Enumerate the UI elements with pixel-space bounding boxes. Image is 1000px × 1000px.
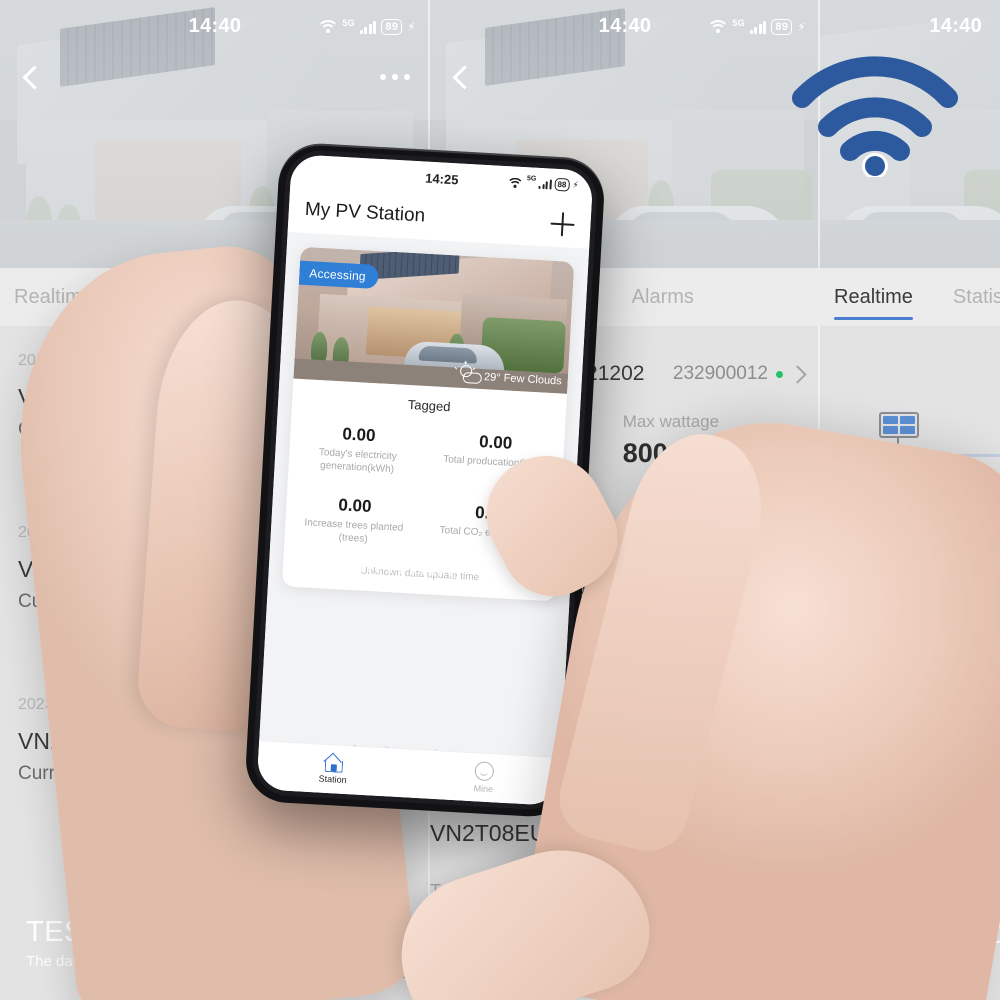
metric-label: Max wattage [622, 412, 720, 431]
battery-level: 89 [381, 19, 403, 35]
status-bar-left: 14:40 5G 89 ⚡ [0, 0, 430, 52]
metric-label: Increase trees planted (trees) [304, 517, 404, 545]
tab-label: Realtime [834, 285, 913, 308]
wifi-icon [706, 20, 729, 34]
wifi-icon [786, 52, 964, 179]
network-label: 5G [526, 175, 537, 183]
person-icon [474, 761, 495, 782]
signal-bars-icon [538, 178, 552, 190]
status-badge [776, 370, 783, 378]
status-bar-right: 14:40 [820, 0, 1000, 52]
status-time: 14:40 [929, 14, 982, 37]
status-time: 14:40 [598, 14, 652, 37]
tab-alarms[interactable]: Alarms [632, 286, 694, 309]
metric-value: 0.00 [478, 431, 513, 453]
wifi-icon [505, 177, 524, 196]
wifi-icon [316, 20, 339, 34]
nav-row-left [0, 64, 430, 96]
charging-bolt-icon: ⚡ [407, 20, 416, 34]
battery-level: 89 [771, 19, 793, 35]
signal-bars-icon [749, 20, 767, 34]
chevron-right-icon [788, 364, 807, 384]
equipment-serial-group[interactable]: 232900012 [672, 363, 807, 385]
status-badge: Accessing [298, 260, 379, 290]
station-thumbnail: Accessing 29° Few Clouds [293, 246, 575, 394]
equipment-serial: 232900012 [672, 363, 768, 384]
tab-station[interactable]: Station [256, 741, 409, 797]
charging-bolt-icon: ⚡ [572, 179, 579, 191]
nav-row-middle [430, 64, 820, 96]
tabs-bar-right: Realtime Statistic [820, 268, 1000, 326]
signal-bars-icon [359, 20, 377, 34]
page-title: My PV Station [304, 198, 426, 227]
metric-today-generation: 0.00 Today's electricity generation(kWh) [288, 411, 429, 490]
charging-bolt-icon: ⚡ [797, 20, 806, 34]
network-label: 5G [732, 17, 745, 28]
metric-value: 0.00 [341, 424, 376, 446]
tab-label: Station [318, 773, 347, 785]
tab-label: Mine [473, 783, 494, 795]
status-time: 14:25 [424, 170, 459, 187]
home-icon [324, 754, 343, 771]
battery-level: 88 [554, 177, 570, 192]
back-icon[interactable] [20, 64, 40, 94]
tab-realtime[interactable]: Realtime [834, 285, 913, 320]
network-label: 5G [342, 17, 355, 28]
metric-trees-planted: 0.00 Increase trees planted (trees) [284, 482, 425, 561]
status-time: 14:40 [188, 14, 242, 37]
tab-statistic[interactable]: Statistic [953, 286, 1000, 309]
metric-value: 0.00 [337, 495, 373, 517]
plus-icon[interactable] [550, 212, 575, 237]
metric-label: Today's electricity generation(kWh) [318, 447, 398, 475]
tab-mine[interactable]: Mine [407, 750, 560, 806]
screenshot-stage: 14:40 5G 89 ⚡ TEST STATION The data has … [0, 0, 1000, 1000]
tab-label: Alarms [631, 285, 694, 308]
back-icon[interactable] [450, 64, 470, 94]
tab-label: Statistic [952, 285, 1000, 308]
few-clouds-icon [454, 361, 483, 387]
status-bar-middle: 14:40 5G 89 ⚡ [430, 0, 820, 52]
more-icon[interactable] [380, 74, 410, 80]
